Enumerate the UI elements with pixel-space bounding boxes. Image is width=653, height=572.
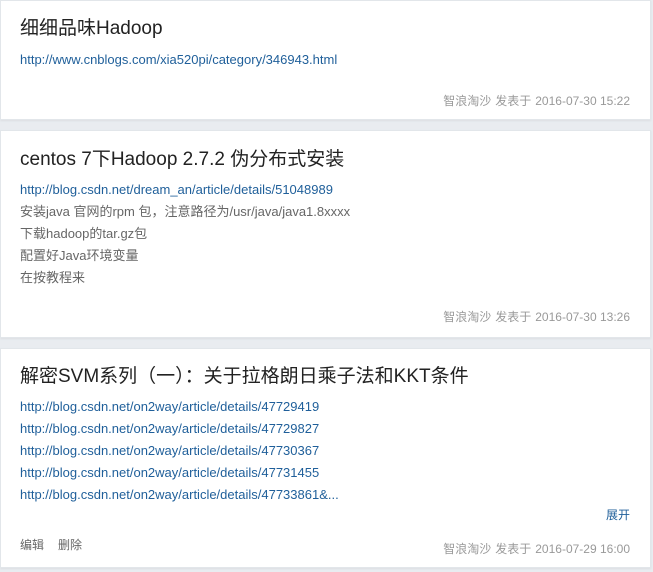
- post-datetime: 2016-07-30 13:26: [535, 310, 630, 324]
- post-text-line: 下载hadoop的tar.gz包: [20, 226, 148, 241]
- post-verb: 发表于: [495, 310, 532, 324]
- post-link[interactable]: http://blog.csdn.net/on2way/article/deta…: [20, 418, 630, 440]
- post-body: http://blog.csdn.net/on2way/article/deta…: [20, 396, 630, 506]
- post-meta: 智浪淘沙 发表于 2016-07-29 16:00: [439, 540, 630, 557]
- post-card: centos 7下Hadoop 2.7.2 伪分布式安装 http://blog…: [0, 130, 651, 338]
- post-title[interactable]: 细细品味Hadoop: [20, 13, 163, 40]
- post-meta: 智浪淘沙 发表于 2016-07-30 13:26: [439, 308, 630, 325]
- post-text-line: 在按教程来: [20, 270, 86, 285]
- post-text-line: 配置好Java环境变量: [20, 248, 139, 263]
- post-link[interactable]: http://blog.csdn.net/dream_an/article/de…: [20, 179, 630, 201]
- post-meta: 智浪淘沙 发表于 2016-07-30 15:22: [439, 92, 630, 109]
- post-link[interactable]: http://blog.csdn.net/on2way/article/deta…: [20, 484, 630, 506]
- post-link[interactable]: http://blog.csdn.net/on2way/article/deta…: [20, 462, 630, 484]
- post-body: http://blog.csdn.net/dream_an/article/de…: [20, 179, 630, 289]
- expand-button[interactable]: 展开: [606, 506, 630, 523]
- post-link[interactable]: http://blog.csdn.net/on2way/article/deta…: [20, 440, 630, 462]
- post-author[interactable]: 智浪淘沙: [443, 542, 491, 556]
- post-link[interactable]: http://blog.csdn.net/on2way/article/deta…: [20, 396, 630, 418]
- post-card: 细细品味Hadoop http://www.cnblogs.com/xia520…: [0, 0, 651, 120]
- post-title[interactable]: 解密SVM系列（一）：关于拉格朗日乘子法和KKT条件: [20, 361, 469, 388]
- post-actions: 编辑 删除: [20, 536, 96, 553]
- post-datetime: 2016-07-29 16:00: [535, 542, 630, 556]
- post-link[interactable]: http://www.cnblogs.com/xia520pi/category…: [20, 49, 630, 71]
- post-text-line: 安装java 官网的rpm 包，注意路径为/usr/java/java1.8xx…: [20, 204, 351, 219]
- post-body: http://www.cnblogs.com/xia520pi/category…: [20, 49, 630, 71]
- post-datetime: 2016-07-30 15:22: [535, 94, 630, 108]
- delete-button[interactable]: 删除: [58, 538, 82, 552]
- post-title[interactable]: centos 7下Hadoop 2.7.2 伪分布式安装: [20, 144, 344, 171]
- post-card: 解密SVM系列（一）：关于拉格朗日乘子法和KKT条件 http://blog.c…: [0, 348, 651, 568]
- post-author[interactable]: 智浪淘沙: [443, 94, 491, 108]
- post-verb: 发表于: [495, 94, 532, 108]
- post-verb: 发表于: [495, 542, 532, 556]
- edit-button[interactable]: 编辑: [20, 538, 44, 552]
- post-author[interactable]: 智浪淘沙: [443, 310, 491, 324]
